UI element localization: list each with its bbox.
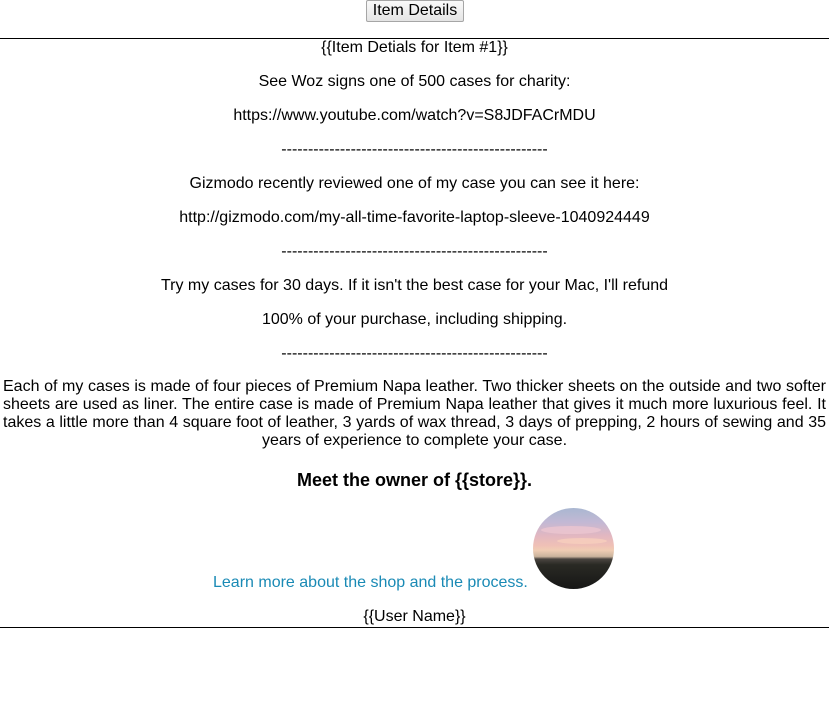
separator-2: ----------------------------------------… — [281, 243, 548, 260]
avatar-cloud — [541, 526, 601, 534]
item-details-button[interactable]: Item Details — [365, 0, 465, 22]
case-description: Each of my cases is made of four pieces … — [3, 378, 826, 449]
gizmodo-text: Gizmodo recently reviewed one of my case… — [189, 175, 640, 192]
separator-1: ----------------------------------------… — [281, 141, 548, 158]
woz-text: See Woz signs one of 500 cases for chari… — [258, 73, 571, 90]
item-details-title: {{Item Detials for Item #1}} — [321, 39, 508, 56]
item-details-section: {{Item Detials for Item #1}} See Woz sig… — [0, 39, 829, 363]
trial-line-1: Try my cases for 30 days. If it isn't th… — [160, 277, 669, 294]
shop-process-link[interactable]: Learn more about the shop and the proces… — [213, 574, 528, 592]
owner-heading: Meet the owner of {{store}}. — [296, 470, 533, 490]
avatar-cloud — [557, 538, 607, 544]
page: Item Details {{Item Detials for Item #1}… — [0, 0, 829, 701]
separator-3: ----------------------------------------… — [281, 345, 548, 362]
woz-url: https://www.youtube.com/watch?v=S8JDFACr… — [233, 107, 596, 124]
header: Item Details — [0, 0, 829, 22]
gizmodo-url: http://gizmodo.com/my-all-time-favorite-… — [179, 209, 650, 226]
bottom-divider — [0, 627, 829, 628]
user-name: {{User Name}} — [363, 608, 466, 625]
trial-line-2: 100% of your purchase, including shippin… — [261, 311, 568, 328]
owner-avatar — [533, 508, 614, 589]
